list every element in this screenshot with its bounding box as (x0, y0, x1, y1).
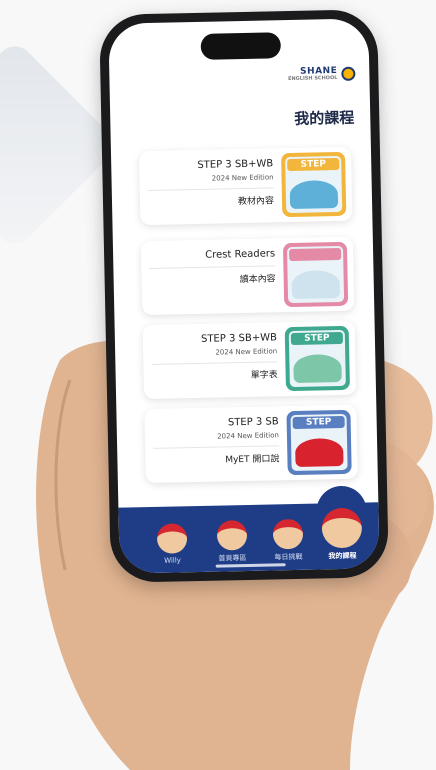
course-list: STEP STEP 3 SB+WB 2024 New Edition 教材內容 … (108, 18, 368, 484)
course-card[interactable]: STEP STEP 3 SB+WB 2024 New Edition 單字表 (142, 320, 357, 400)
tab-label: 每日挑戰 (274, 552, 303, 562)
course-content-type: 單字表 (250, 370, 278, 381)
brand-subtitle: ENGLISH SCHOOL (287, 74, 338, 83)
tab-label: 我的課程 (328, 551, 357, 561)
bottom-tab-bar: 我的課程 每日挑戰 首頁專區 Willy (118, 485, 380, 574)
mascot-icon (216, 519, 248, 551)
book-cover-image: STEP (281, 151, 347, 218)
tab-item[interactable]: 我的課程 (314, 485, 369, 561)
mascot-icon (272, 518, 304, 550)
cover-label: STEP (292, 415, 345, 430)
tab-item[interactable]: Willy (145, 523, 200, 565)
divider (147, 187, 274, 191)
course-card[interactable]: Crest Readers 讀本內容 (140, 236, 355, 316)
book-cover-image: STEP (284, 325, 350, 392)
mascot-icon (321, 507, 363, 549)
app-screen: SHANE ENGLISH SCHOOL 我的課程 STEP STEP 3 SB… (108, 18, 380, 574)
book-cover-image: STEP (286, 409, 352, 476)
divider (151, 361, 278, 365)
tab-item[interactable]: 每日挑戰 (261, 518, 316, 563)
course-content-type: 教材內容 (237, 196, 275, 208)
book-cover-image (282, 241, 349, 308)
course-content-type: MyET 開口說 (225, 454, 280, 466)
course-name: Crest Readers (205, 248, 276, 261)
tab-label: 首頁專區 (218, 554, 247, 563)
course-edition: 2024 New Edition (217, 431, 280, 441)
logo-icon (341, 66, 356, 81)
course-edition: 2024 New Edition (211, 173, 274, 183)
cover-label: STEP (290, 331, 344, 346)
course-name: STEP 3 SB (227, 416, 279, 429)
page-title: 我的課程 (294, 108, 355, 128)
course-card[interactable]: STEP STEP 3 SB+WB 2024 New Edition 教材內容 (138, 146, 353, 226)
course-name: STEP 3 SB+WB (200, 332, 277, 345)
course-name: STEP 3 SB+WB (197, 158, 274, 171)
phone: SHANE ENGLISH SCHOOL 我的課程 STEP STEP 3 SB… (99, 9, 389, 583)
course-content-type: 讀本內容 (239, 274, 276, 286)
tab-item[interactable]: 首頁專區 (205, 519, 260, 564)
course-edition: 2024 New Edition (215, 347, 278, 357)
divider (149, 265, 276, 269)
cover-label (289, 247, 342, 262)
divider (153, 445, 280, 449)
home-indicator (215, 563, 286, 568)
mascot-icon (156, 523, 188, 554)
course-card[interactable]: STEP STEP 3 SB 2024 New Edition MyET 開口說 (144, 404, 358, 484)
dynamic-island (200, 32, 282, 60)
brand-logo: SHANE ENGLISH SCHOOL (287, 66, 356, 83)
cover-label: STEP (287, 157, 340, 172)
tab-label: Willy (164, 556, 181, 565)
